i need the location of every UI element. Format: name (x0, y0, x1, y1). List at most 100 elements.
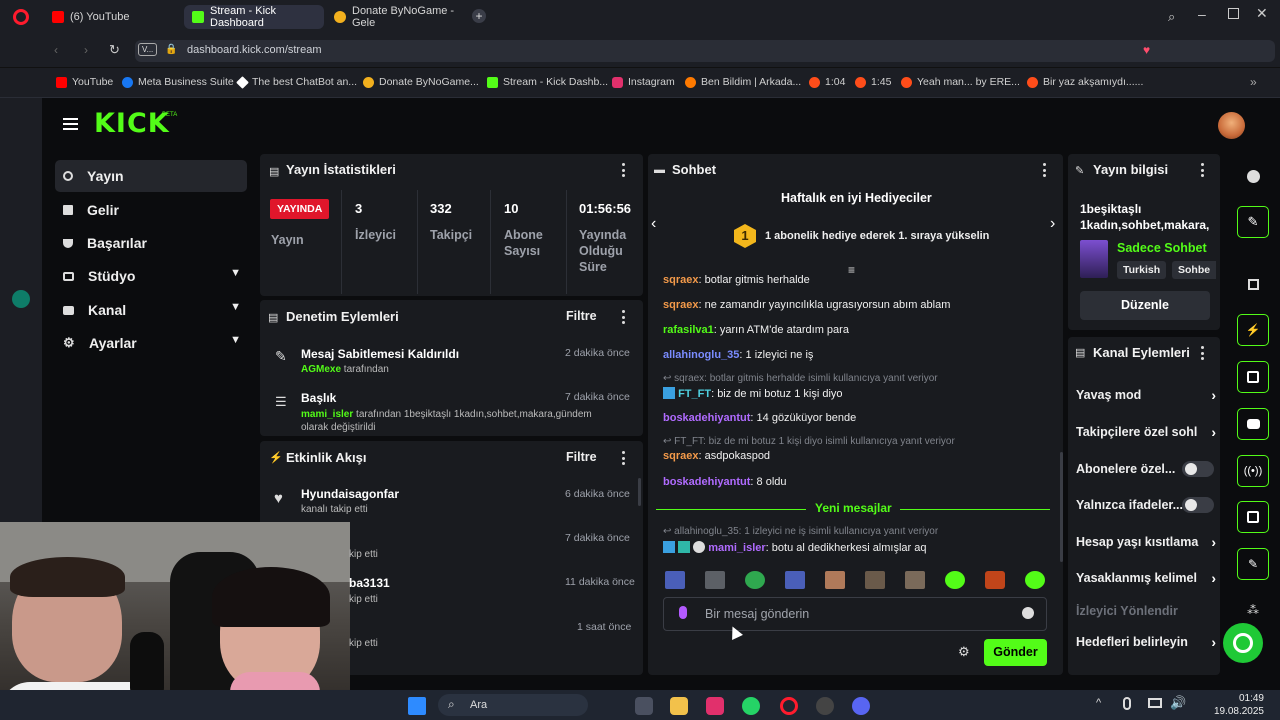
minimize-icon[interactable]: – (1198, 6, 1206, 22)
add-widget-icon[interactable]: ⁂ (1237, 594, 1269, 626)
support-chat-icon[interactable] (1223, 623, 1263, 663)
emote-icon[interactable] (905, 571, 925, 589)
vpn-badge[interactable]: V... (138, 43, 158, 56)
chat-menu-icon[interactable] (1042, 163, 1046, 177)
activity-menu-icon[interactable] (621, 451, 625, 465)
sidebar-item-basarilar[interactable]: Başarılar (55, 227, 247, 259)
bookmark-145[interactable]: 1:45 (855, 76, 891, 88)
send-button[interactable]: Gönder (984, 639, 1047, 666)
chat-settings-icon[interactable]: ⚙ (958, 644, 970, 660)
chat-username[interactable]: rafasilva1 (663, 324, 714, 336)
bookmark-yeahman[interactable]: Yeah man... by ERE... (901, 76, 1020, 88)
emoji-icon[interactable] (1022, 607, 1034, 619)
tab-youtube[interactable]: (6) YouTube (44, 5, 180, 29)
clock-time[interactable]: 01:49 (1212, 693, 1264, 704)
opera-logo-icon[interactable] (13, 9, 29, 25)
chat-username[interactable]: FT_FT (678, 388, 711, 400)
emote-icon[interactable] (985, 571, 1005, 589)
filter-button[interactable]: Filtre (566, 450, 597, 464)
chat-username[interactable]: sqraex (663, 450, 698, 462)
broadcast-widget-icon[interactable]: ((•)) (1237, 455, 1269, 487)
hamburger-menu-icon[interactable] (63, 118, 78, 130)
emote-icon[interactable] (705, 571, 725, 589)
chat-username[interactable]: boskadehiyantut (663, 476, 750, 488)
reload-icon[interactable]: ↻ (109, 42, 120, 58)
bookmark-chatbot[interactable]: The best ChatBot an... (236, 75, 357, 89)
emote-icon[interactable] (785, 571, 805, 589)
bookmark-104[interactable]: 1:04 (809, 76, 845, 88)
sidebar-item-studyo[interactable]: Stüdyo ▼ (55, 260, 247, 292)
bookmark-benbildim[interactable]: Ben Bildim | Arkada... (685, 76, 801, 88)
emote-icon[interactable] (1025, 571, 1045, 589)
bookmark-kick[interactable]: Stream - Kick Dashb... (487, 76, 608, 88)
search-tabs-icon[interactable]: ⌕ (1168, 9, 1175, 25)
fullscreen-icon[interactable] (1237, 268, 1269, 300)
moderation-menu-icon[interactable] (621, 310, 625, 324)
emote-icon[interactable] (865, 571, 885, 589)
tag-chip[interactable]: Sohbe (1172, 261, 1216, 279)
sidebar-item-ayarlar[interactable]: ⚙ Ayarlar ▼ (55, 327, 247, 359)
chat-username[interactable]: allahinoglu_35 (663, 349, 739, 361)
heart-icon[interactable]: ♥ (1143, 43, 1150, 57)
chat-input[interactable]: Bir mesaj gönderin (663, 597, 1047, 631)
channel-actions-menu-icon[interactable] (1200, 346, 1204, 360)
filter-button[interactable]: Filtre (566, 309, 597, 323)
tab-kick-dashboard[interactable]: Stream - Kick Dashboard (184, 5, 324, 29)
whatsapp-icon[interactable] (742, 697, 760, 715)
edit-button[interactable]: Düzenle (1080, 291, 1210, 320)
chatgpt-icon[interactable] (12, 290, 30, 308)
chat-username[interactable]: sqraex (663, 299, 698, 311)
layout-widget-icon[interactable] (1237, 501, 1269, 533)
maximize-icon[interactable] (1228, 8, 1239, 19)
new-tab-button[interactable]: + (472, 9, 486, 23)
chat-username[interactable]: sqraex (663, 274, 698, 286)
category-thumbnail[interactable] (1080, 240, 1108, 278)
emote-icon[interactable] (945, 571, 965, 589)
chevron-right-icon[interactable]: › (1050, 215, 1055, 233)
moderation-user[interactable]: mami_isler (301, 409, 353, 420)
stats-menu-icon[interactable] (621, 163, 625, 177)
bookmark-biryaz[interactable]: Bir yaz akşamıydı...... (1027, 76, 1143, 88)
task-view-icon[interactable] (635, 697, 653, 715)
subscribers-only-toggle[interactable] (1182, 461, 1214, 477)
back-icon[interactable]: ‹ (54, 43, 58, 57)
chat-username[interactable]: mami_isler (708, 542, 765, 554)
instagram-icon[interactable] (706, 697, 724, 715)
emotes-only-toggle[interactable] (1182, 497, 1214, 513)
tray-overflow-icon[interactable]: ^ (1096, 697, 1101, 709)
action-followers-only[interactable]: Takipçilere özel sohl › (1076, 425, 1216, 439)
microphone-tray-icon[interactable] (1123, 697, 1131, 710)
url-field[interactable]: V... 🔒 dashboard.kick.com/stream ♥ (135, 40, 1275, 62)
chat-scrollbar[interactable] (1060, 452, 1063, 562)
collapse-icon[interactable]: ≡ (848, 263, 855, 277)
bookmark-instagram[interactable]: Instagram (612, 76, 675, 88)
emote-icon[interactable] (825, 571, 845, 589)
lightning-widget-icon[interactable]: ⚡ (1237, 314, 1269, 346)
category-link[interactable]: Sadece Sohbet (1117, 241, 1207, 255)
emote-icon[interactable] (745, 571, 765, 589)
edit-icon[interactable]: ✎ (1237, 206, 1269, 238)
action-account-age[interactable]: Hesap yaşı kısıtlama › (1076, 534, 1216, 550)
moderation-user[interactable]: AGMexe (301, 364, 341, 375)
network-icon[interactable] (1148, 698, 1162, 708)
forward-icon[interactable]: › (84, 43, 88, 57)
activity-scrollbar[interactable] (638, 478, 641, 506)
chat-widget-icon[interactable] (1237, 408, 1269, 440)
tab-bynogame[interactable]: Donate ByNoGame - Gele (326, 5, 464, 29)
action-goals[interactable]: Hedefleri belirleyin › (1076, 634, 1216, 650)
close-icon[interactable]: ✕ (1256, 5, 1268, 22)
opera-icon[interactable] (780, 697, 798, 715)
windows-start-icon[interactable] (408, 697, 426, 715)
discord-icon[interactable] (852, 697, 870, 715)
bookmarks-overflow-icon[interactable]: » (1250, 75, 1257, 89)
volume-icon[interactable]: 🔊 (1170, 695, 1186, 711)
sidebar-item-yayin[interactable]: Yayın (55, 160, 247, 192)
kick-logo[interactable]: KICK (94, 108, 170, 139)
new-messages-label[interactable]: Yeni mesajlar (815, 501, 892, 515)
info-icon[interactable] (1237, 160, 1269, 192)
sidebar-item-kanal[interactable]: Kanal ▼ (55, 294, 247, 326)
tag-chip[interactable]: Turkish (1117, 261, 1167, 279)
sidebar-item-gelir[interactable]: Gelir (55, 194, 247, 226)
taskbar-search[interactable]: ⌕ Ara (438, 694, 588, 716)
opera-gx-icon[interactable] (816, 697, 834, 715)
